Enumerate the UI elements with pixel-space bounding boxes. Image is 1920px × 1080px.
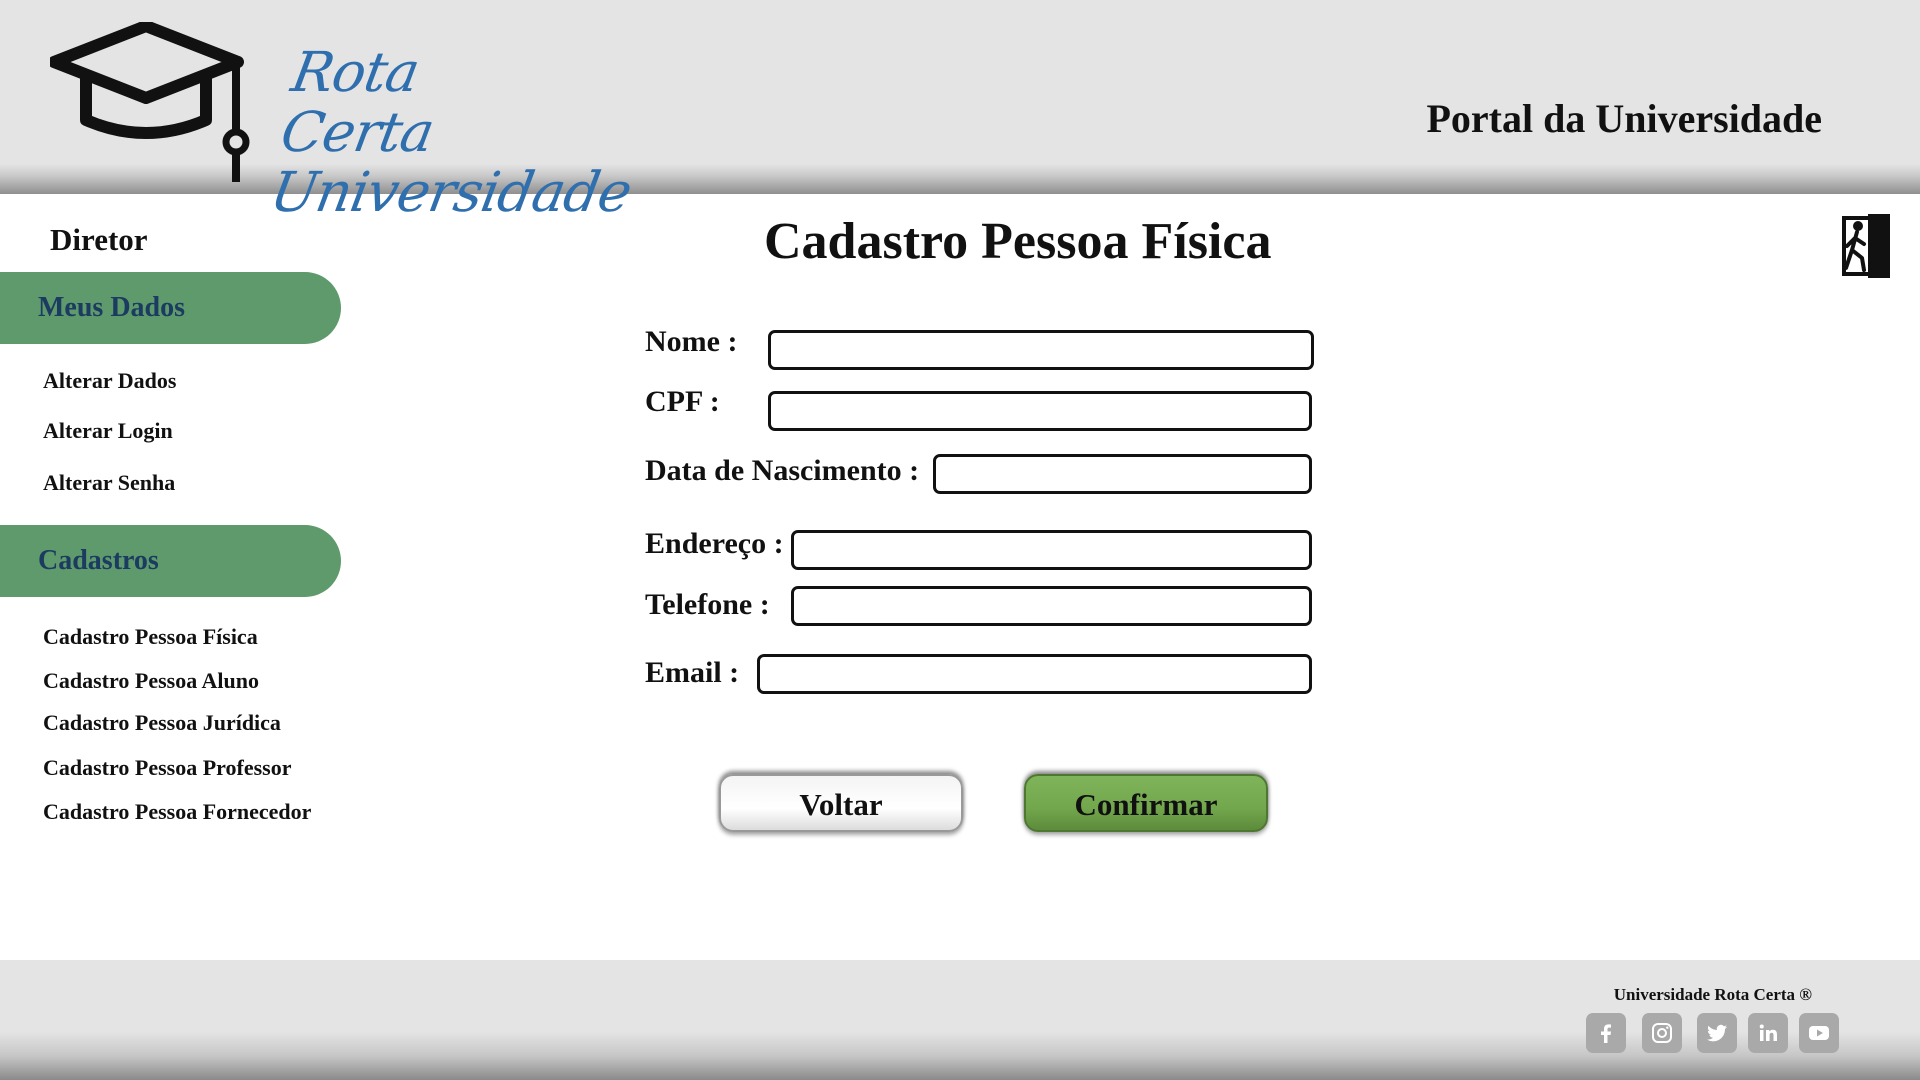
header: Rota Certa Universidade Portal da Univer… xyxy=(0,0,1920,224)
sidebar-item-cadastro-pessoa-aluno[interactable]: Cadastro Pessoa Aluno xyxy=(43,668,259,694)
youtube-icon[interactable] xyxy=(1799,1013,1839,1053)
instagram-icon[interactable] xyxy=(1642,1013,1682,1053)
sidebar-item-alterar-dados[interactable]: Alterar Dados xyxy=(43,368,176,394)
facebook-icon[interactable] xyxy=(1586,1013,1626,1053)
label-nome: Nome : xyxy=(645,325,738,358)
sidebar-item-cadastro-pessoa-professor[interactable]: Cadastro Pessoa Professor xyxy=(43,755,292,781)
label-telefone: Telefone : xyxy=(645,588,770,621)
cpf-input[interactable] xyxy=(768,391,1312,431)
label-cpf: CPF : xyxy=(645,385,720,418)
sidebar-item-cadastro-pessoa-fornecedor[interactable]: Cadastro Pessoa Fornecedor xyxy=(43,799,311,825)
twitter-icon[interactable] xyxy=(1697,1013,1737,1053)
sidebar-item-cadastro-pessoa-juridica[interactable]: Cadastro Pessoa Jurídica xyxy=(43,710,281,736)
page-title: Cadastro Pessoa Física xyxy=(764,213,1272,270)
endereco-input[interactable] xyxy=(791,530,1312,570)
copyright-text: Universidade Rota Certa ® xyxy=(1613,985,1812,1004)
label-data-nascimento: Data de Nascimento : xyxy=(645,454,920,487)
label-endereco: Endereço : xyxy=(645,527,784,560)
graduation-cap-icon xyxy=(50,22,250,182)
exit-door-icon[interactable] xyxy=(1838,212,1894,280)
section-meus-dados[interactable]: Meus Dados xyxy=(0,272,341,344)
footer xyxy=(0,960,1920,1080)
linkedin-icon[interactable] xyxy=(1748,1013,1788,1053)
portal-title: Portal da Universidade xyxy=(1426,96,1822,141)
confirm-button[interactable]: Confirmar xyxy=(1024,774,1268,832)
back-button[interactable]: Voltar xyxy=(719,774,963,832)
university-logo: Rota Certa Universidade xyxy=(265,40,636,224)
logo-line-1: Rota Certa xyxy=(276,40,439,164)
telefone-input[interactable] xyxy=(791,586,1312,626)
data-nascimento-input[interactable] xyxy=(933,454,1312,494)
logo-line-2: Universidade xyxy=(265,160,636,224)
label-email: Email : xyxy=(645,656,740,689)
user-role: Diretor xyxy=(50,222,148,257)
sidebar-item-alterar-login[interactable]: Alterar Login xyxy=(43,418,173,444)
section-cadastros[interactable]: Cadastros xyxy=(0,525,341,597)
sidebar-item-alterar-senha[interactable]: Alterar Senha xyxy=(43,470,175,496)
sidebar-item-cadastro-pessoa-fisica[interactable]: Cadastro Pessoa Física xyxy=(43,624,258,650)
nome-input[interactable] xyxy=(768,330,1314,370)
email-input[interactable] xyxy=(757,654,1312,694)
